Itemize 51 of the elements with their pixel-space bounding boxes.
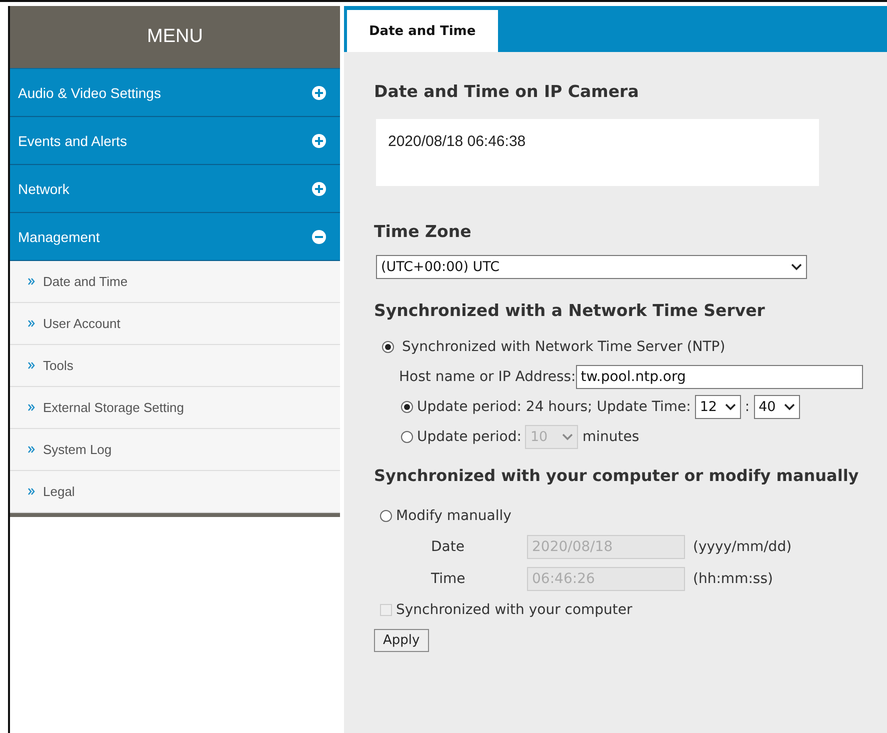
radio-label: Modify manually <box>396 508 512 524</box>
plus-circle-icon <box>312 134 326 148</box>
menu-item[interactable]: Date and Time <box>10 261 340 303</box>
double-chevron-icon <box>28 320 35 327</box>
menu-item[interactable]: User Account <box>10 303 340 345</box>
dropdown[interactable]: 12 <box>694 395 741 419</box>
menu-title: MENU <box>10 6 340 69</box>
format-hint: (yyyy/mm/dd) <box>693 539 792 555</box>
unit-label: minutes <box>582 429 640 445</box>
plus-circle-icon <box>312 86 326 100</box>
menu-section[interactable]: Network <box>10 165 340 213</box>
double-chevron-icon <box>28 404 35 411</box>
camera-time-display: 2020/08/18 06:46:38 <box>376 119 819 186</box>
dropdown[interactable]: 40 <box>754 395 800 419</box>
double-chevron-icon <box>28 362 35 369</box>
radio-label: Synchronized with Network Time Server (NTP) <box>402 339 726 355</box>
chevron-down-icon <box>562 433 574 441</box>
menu-item[interactable]: Tools <box>10 345 340 387</box>
double-chevron-icon <box>28 446 35 453</box>
section-heading: Synchronized with your computer or modify manually <box>374 466 860 485</box>
chevron-down-icon <box>784 403 795 411</box>
section-heading: Time Zone <box>374 222 472 241</box>
radio-label: Update period: <box>417 429 522 445</box>
field-label: Time <box>431 571 466 587</box>
format-hint: (hh:mm:ss) <box>693 571 773 587</box>
minus-circle-icon <box>312 230 326 244</box>
input-field[interactable]: tw.pool.ntp.org <box>576 365 863 389</box>
double-chevron-icon <box>28 488 35 495</box>
chevron-down-icon <box>724 403 736 411</box>
menu-section[interactable]: Audio & Video Settings <box>10 69 340 117</box>
separator: : <box>744 399 750 415</box>
chevron-down-icon <box>791 263 802 271</box>
tab[interactable]: Date and Time <box>347 10 498 52</box>
menu-item[interactable]: Legal <box>10 471 340 513</box>
field-label: Date <box>431 539 466 555</box>
menu-item[interactable]: External Storage Setting <box>10 387 340 429</box>
section-heading: Date and Time on IP Camera <box>374 82 640 101</box>
field-label: Host name or IP Address: <box>399 369 576 385</box>
radio-label: Update period: 24 hours; Update Time: <box>417 399 691 415</box>
double-chevron-icon <box>28 278 35 285</box>
section-heading: Synchronized with a Network Time Server <box>374 301 766 320</box>
plus-circle-icon <box>312 182 326 196</box>
dropdown[interactable]: (UTC+00:00) UTC <box>376 255 807 279</box>
radio-button[interactable] <box>380 510 392 522</box>
menu-item[interactable]: System Log <box>10 429 340 471</box>
radio-button[interactable] <box>401 401 413 413</box>
checkbox-label: Synchronized with your computer <box>396 602 632 618</box>
radio-button[interactable] <box>382 341 394 353</box>
apply-button[interactable]: Apply <box>374 629 429 652</box>
menu-section[interactable]: Management <box>10 213 340 261</box>
menu-section[interactable]: Events and Alerts <box>10 117 340 165</box>
